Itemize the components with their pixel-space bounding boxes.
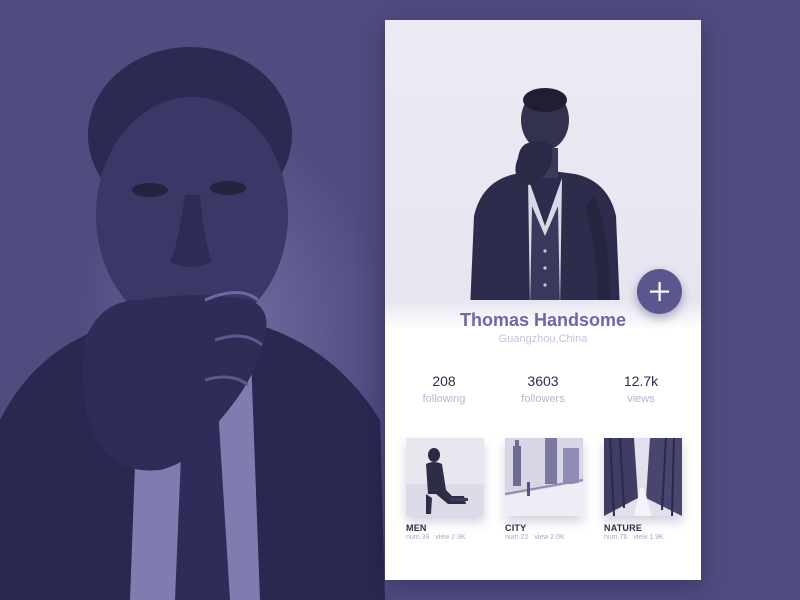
profile-card: Thomas Handsome Guangzhou,China 208 foll…: [385, 20, 701, 580]
profile-hero: [385, 20, 701, 310]
plus-icon: [650, 282, 669, 301]
album-nature[interactable]: NATURE num.76 view 1.9K: [604, 438, 682, 541]
stat-value: 12.7k: [623, 373, 659, 389]
album-title: MEN: [406, 523, 427, 533]
album-count: num.22: [505, 534, 529, 541]
album-city[interactable]: CITY num.22 view 2.0K: [505, 438, 583, 541]
stat-label: followers: [521, 393, 565, 405]
stat-label: views: [627, 393, 655, 405]
album-thumbnail: [505, 438, 583, 516]
album-meta: num.22 view 2.0K: [505, 534, 583, 541]
album-grid: MEN num.39 view 2.9K CITY num.22 view 2.…: [385, 438, 701, 548]
stat-value: 208: [432, 373, 456, 389]
stat-label: following: [422, 393, 466, 405]
album-views: view 2.0K: [534, 534, 565, 541]
album-views: view 1.9K: [633, 534, 664, 541]
screen: Thomas Handsome Guangzhou,China 208 foll…: [0, 0, 800, 600]
album-thumbnail: [406, 438, 484, 516]
album-title: CITY: [505, 523, 527, 533]
profile-name: Thomas Handsome: [459, 310, 627, 330]
profile-location: Guangzhou,China: [498, 333, 588, 345]
stat-views[interactable]: 12.7k views: [591, 372, 691, 405]
album-count: num.76: [604, 534, 628, 541]
album-meta: num.76 view 1.9K: [604, 534, 682, 541]
album-title: NATURE: [604, 523, 643, 533]
profile-photo: [470, 88, 620, 310]
stats-row: 208 following 3603 followers 12.7k views: [385, 372, 701, 412]
album-thumbnail: [604, 438, 682, 516]
album-men[interactable]: MEN num.39 view 2.9K: [406, 438, 484, 541]
album-views: view 2.9K: [435, 534, 466, 541]
album-meta: num.39 view 2.9K: [406, 534, 484, 541]
add-button[interactable]: [637, 269, 682, 314]
stat-following[interactable]: 208 following: [394, 372, 494, 405]
stat-followers[interactable]: 3603 followers: [493, 372, 593, 405]
stat-value: 3603: [527, 373, 559, 389]
album-count: num.39: [406, 534, 430, 541]
